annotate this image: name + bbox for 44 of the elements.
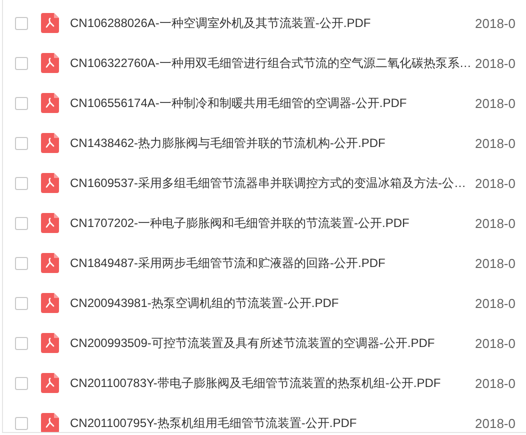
pdf-file-icon — [41, 93, 59, 113]
file-name[interactable]: CN1438462-热力膨胀阀与毛细管并联的节流机构-公开.PDF — [70, 136, 475, 150]
file-name[interactable]: CN106322760A-一种用双毛细管进行组合式节流的空气源二氧化碳热泵系… — [70, 56, 475, 70]
pdf-file-icon — [41, 53, 59, 73]
file-date: 2018-0 — [475, 216, 516, 230]
checkbox[interactable] — [15, 176, 28, 190]
checkbox[interactable] — [15, 136, 28, 150]
pdf-file-icon — [41, 173, 59, 193]
file-name[interactable]: CN201100783Y-带电子膨胀阀及毛细管节流装置的热泵机组-公开.PDF — [70, 376, 475, 390]
file-date: 2018-0 — [475, 136, 516, 150]
checkbox[interactable] — [15, 96, 28, 110]
pdf-file-icon — [41, 333, 59, 353]
checkbox[interactable] — [15, 16, 28, 30]
file-date: 2018-0 — [475, 376, 516, 390]
file-date: 2018-0 — [475, 56, 516, 70]
checkbox[interactable] — [15, 296, 28, 310]
file-name[interactable]: CN1707202-一种电子膨胀阀和毛细管并联的节流装置-公开.PDF — [70, 216, 475, 230]
file-date: 2018-0 — [475, 296, 516, 310]
file-date: 2018-0 — [475, 416, 516, 431]
file-date: 2018-0 — [475, 176, 516, 190]
file-name[interactable]: CN201100795Y-热泵机组用毛细管节流装置-公开.PDF — [70, 416, 475, 431]
file-name[interactable]: CN106288026A-一种空调室外机及其节流装置-公开.PDF — [70, 16, 475, 30]
checkbox[interactable] — [15, 216, 28, 230]
file-date: 2018-0 — [475, 16, 516, 30]
pdf-file-icon — [41, 213, 59, 233]
file-date: 2018-0 — [475, 256, 516, 270]
file-name[interactable]: CN200993509-可控节流装置及具有所述节流装置的空调器-公开.PDF — [70, 336, 475, 350]
file-date: 2018-0 — [475, 336, 516, 350]
pdf-file-icon — [41, 413, 59, 432]
file-date: 2018-0 — [475, 96, 516, 110]
pdf-file-icon — [41, 13, 59, 33]
checkbox[interactable] — [15, 56, 28, 70]
file-name[interactable]: CN1849487-采用两步毛细管节流和贮液器的回路-公开.PDF — [70, 256, 475, 270]
pdf-file-icon — [41, 373, 59, 393]
pdf-file-icon — [41, 293, 59, 313]
file-name[interactable]: CN1609537-采用多组毛细管节流器串并联调控方式的变温冰箱及方法-公… — [70, 176, 475, 190]
file-name[interactable]: CN200943981-热泵空调机组的节流装置-公开.PDF — [70, 296, 475, 310]
pdf-file-icon — [41, 253, 59, 273]
checkbox[interactable] — [15, 256, 28, 270]
checkbox[interactable] — [15, 336, 28, 350]
checkbox[interactable] — [15, 376, 28, 390]
pdf-file-icon — [41, 133, 59, 153]
file-name[interactable]: CN106556174A-一种制冷和制暖共用毛细管的空调器-公开.PDF — [70, 96, 475, 110]
checkbox[interactable] — [15, 417, 28, 430]
